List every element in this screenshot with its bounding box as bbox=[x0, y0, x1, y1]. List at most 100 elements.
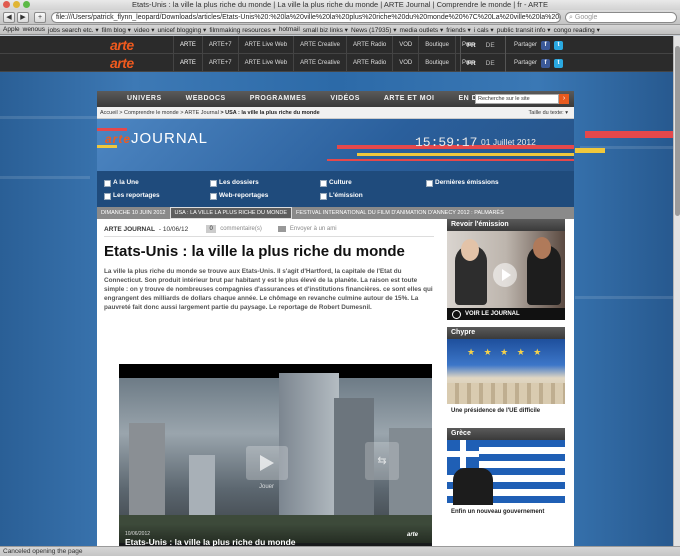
bookmark-item[interactable]: wenous bbox=[23, 26, 45, 33]
subnav-les-reportages[interactable]: Les reportages bbox=[104, 191, 160, 200]
breadcrumb-path[interactable]: Accueil > Comprendre le monde > ARTE Jou… bbox=[100, 110, 219, 116]
content-panel: UNIVERS WEBDOCS PROGRAMMES VIDÉOS ARTE E… bbox=[97, 91, 574, 546]
bookmark-item[interactable]: friends ▾ bbox=[446, 26, 471, 34]
lang-fr[interactable]: FR bbox=[467, 42, 476, 49]
bookmark-item[interactable]: congo reading ▾ bbox=[554, 26, 600, 34]
video-play-button[interactable] bbox=[246, 446, 288, 480]
nav-arte-plus-7[interactable]: ARTE+7 bbox=[201, 54, 238, 72]
ticker-date[interactable]: DIMANCHE 10 JUIN 2012 bbox=[97, 207, 170, 219]
browser-search-field[interactable]: ⌕ Google bbox=[565, 11, 677, 23]
scrollbar-thumb[interactable] bbox=[675, 46, 680, 216]
address-bar[interactable]: file:///Users/patrick_flynn_leopard/Down… bbox=[51, 11, 561, 23]
subnav-a-la-une[interactable]: A la Une bbox=[104, 178, 139, 187]
video-title: Etats-Unis : la ville la plus riche du m… bbox=[125, 537, 296, 546]
page-scrollbar[interactable] bbox=[673, 36, 680, 546]
bookmark-item[interactable]: film blog ▾ bbox=[102, 26, 131, 34]
add-bookmark-button[interactable]: + bbox=[34, 11, 46, 23]
person-figure bbox=[453, 468, 493, 505]
bookmark-item[interactable]: jobs search etc. ▾ bbox=[48, 26, 99, 34]
nav-univers[interactable]: UNIVERS bbox=[97, 91, 174, 107]
subnav-l-emission[interactable]: L'émission bbox=[320, 191, 363, 200]
nav-arte-creative[interactable]: ARTE Creative bbox=[293, 54, 346, 72]
nav-arte[interactable]: ARTE bbox=[173, 54, 202, 72]
arte-journal-logo[interactable]: arteJOURNAL bbox=[105, 130, 208, 147]
nav-vod[interactable]: VOD bbox=[392, 54, 418, 72]
bookmark-item[interactable]: News (17935) ▾ bbox=[351, 26, 397, 34]
nav-vod[interactable]: VOD bbox=[392, 36, 418, 54]
bookmark-item[interactable]: Apple bbox=[3, 26, 20, 33]
facebook-icon[interactable]: f bbox=[541, 40, 551, 50]
lang-fr[interactable]: FR bbox=[467, 60, 476, 67]
nav-videos[interactable]: VIDÉOS bbox=[318, 91, 371, 107]
window-controls[interactable] bbox=[3, 1, 30, 8]
journal-subnav: A la Une Les dossiers Culture Dernières … bbox=[97, 171, 574, 207]
nav-arte-plus-7[interactable]: ARTE+7 bbox=[201, 36, 238, 54]
journal-banner: arteJOURNAL 15:59:17 01 Juillet 2012 bbox=[97, 119, 574, 171]
journal-logo-arte: arte bbox=[105, 132, 132, 146]
forward-button[interactable]: ▶ bbox=[17, 11, 29, 23]
comments-link[interactable]: commentaire(s) bbox=[220, 226, 262, 232]
nav-arte-radio[interactable]: ARTE Radio bbox=[346, 54, 392, 72]
subnav-les-dossiers[interactable]: Les dossiers bbox=[210, 178, 259, 187]
text-size-control[interactable]: Taille du texte: ▾ bbox=[529, 107, 568, 119]
background-stripe bbox=[0, 176, 90, 179]
lang-de[interactable]: DE bbox=[486, 42, 495, 49]
back-button[interactable]: ◀ bbox=[3, 11, 15, 23]
zoom-window-icon[interactable] bbox=[23, 1, 30, 8]
video-arte-logo: arte bbox=[407, 532, 419, 538]
subnav-web-reportages[interactable]: Web-reportages bbox=[210, 191, 268, 200]
close-window-icon[interactable] bbox=[3, 1, 10, 8]
revoir-image[interactable]: VOIR LE JOURNAL bbox=[447, 231, 565, 320]
revoir-play-button[interactable] bbox=[493, 263, 517, 287]
eu-stars: ★ ★ ★ ★ ★ bbox=[467, 347, 545, 357]
nav-arte-live-web[interactable]: ARTE Live Web bbox=[237, 36, 293, 54]
bookmark-item[interactable]: video ▾ bbox=[134, 26, 155, 34]
envelope-icon[interactable] bbox=[277, 226, 286, 232]
nav-programmes[interactable]: PROGRAMMES bbox=[238, 91, 319, 107]
site-search-input[interactable]: Recherche sur le site bbox=[475, 94, 559, 104]
grece-image[interactable] bbox=[447, 440, 565, 505]
ticker-item[interactable]: FESTIVAL INTERNATIONAL DU FILM D'ANIMATI… bbox=[292, 207, 508, 219]
bookmark-item[interactable]: i cals ▾ bbox=[474, 26, 494, 34]
lang-de[interactable]: DE bbox=[486, 60, 495, 67]
bookmark-item[interactable]: unicef blogging ▾ bbox=[158, 26, 207, 34]
bookmark-item[interactable]: media outlets ▾ bbox=[400, 26, 444, 34]
bookmark-item[interactable]: filmmaking resources ▾ bbox=[209, 26, 275, 34]
nav-arte-et-moi[interactable]: ARTE ET MOI bbox=[372, 91, 447, 107]
bookmarks-bar: Apple wenous jobs search etc. ▾ film blo… bbox=[0, 25, 680, 35]
send-to-friend-link[interactable]: Envoyer à un ami bbox=[290, 226, 337, 232]
banner-stripe bbox=[327, 159, 574, 161]
arte-global-nav: ARTE ARTE+7 ARTE Live Web ARTE Creative … bbox=[173, 54, 477, 72]
video-share-button[interactable]: ⇆ bbox=[365, 442, 399, 480]
nav-arte[interactable]: ARTE bbox=[173, 36, 202, 54]
chypre-caption[interactable]: Une présidence de l'UE difficile bbox=[447, 404, 565, 415]
arte-logo[interactable]: arte bbox=[110, 37, 134, 53]
twitter-icon[interactable]: t bbox=[554, 58, 564, 68]
bookmark-item[interactable]: hotmail bbox=[279, 26, 300, 33]
share-bar: Partager f t bbox=[505, 36, 564, 54]
chypre-image[interactable]: ★ ★ ★ ★ ★ bbox=[447, 339, 565, 404]
nav-arte-creative[interactable]: ARTE Creative bbox=[293, 36, 346, 54]
nav-boutique[interactable]: Boutique bbox=[418, 36, 455, 54]
subnav-dernieres-emissions[interactable]: Dernières émissions bbox=[426, 178, 499, 187]
voir-le-journal-link[interactable]: VOIR LE JOURNAL bbox=[447, 308, 565, 320]
nav-boutique[interactable]: Boutique bbox=[418, 54, 455, 72]
subnav-culture[interactable]: Culture bbox=[320, 178, 352, 187]
comment-count[interactable]: 0 bbox=[206, 225, 217, 233]
bookmark-item[interactable]: public transit info ▾ bbox=[497, 26, 551, 34]
site-search-button[interactable]: › bbox=[559, 94, 569, 104]
nav-arte-live-web[interactable]: ARTE Live Web bbox=[237, 54, 293, 72]
video-player[interactable]: Jouer ⇆ 10/06/2012 Etats-Unis : la ville… bbox=[119, 364, 432, 546]
minimize-window-icon[interactable] bbox=[13, 1, 20, 8]
arte-logo[interactable]: arte bbox=[110, 55, 134, 71]
window-title: Etats-Unis : la ville la plus riche du m… bbox=[131, 0, 549, 9]
nav-webdocs[interactable]: WEBDOCS bbox=[174, 91, 238, 107]
nav-arte-radio[interactable]: ARTE Radio bbox=[346, 36, 392, 54]
grece-caption[interactable]: Enfin un nouveau gouvernement bbox=[447, 505, 565, 516]
facebook-icon[interactable]: f bbox=[541, 58, 551, 68]
bookmark-item[interactable]: small biz links ▾ bbox=[303, 26, 348, 34]
twitter-icon[interactable]: t bbox=[554, 40, 564, 50]
article-source[interactable]: ARTE JOURNAL bbox=[104, 226, 155, 233]
ticker-current[interactable]: USA : LA VILLE LA PLUS RICHE DU MONDE bbox=[169, 207, 292, 219]
article: ARTE JOURNAL - 10/06/12 0 commentaire(s)… bbox=[104, 225, 434, 313]
